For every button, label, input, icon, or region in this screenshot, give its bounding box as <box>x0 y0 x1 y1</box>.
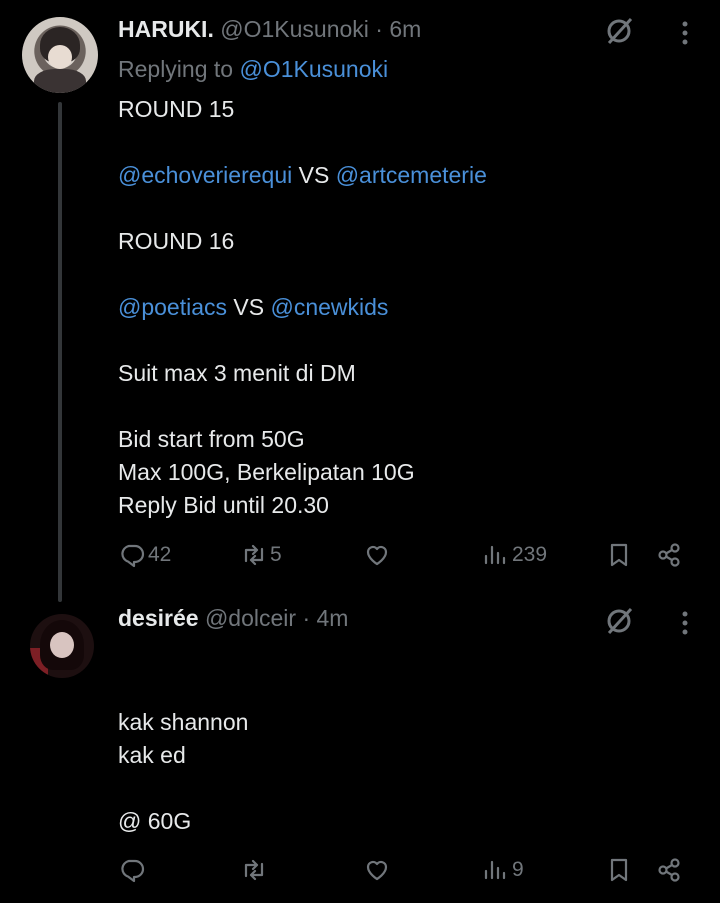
mention-link[interactable]: @artcemeterie <box>336 162 487 188</box>
share-icon <box>658 543 680 567</box>
tweet-text: ROUND 15 @echoverierequi VS @artcemeterie… <box>118 93 487 522</box>
more-icon[interactable] <box>680 609 690 639</box>
tweet-2[interactable]: desirée @dolceir · 4m kak shannon kak ed @… <box>0 590 720 903</box>
retweet-icon <box>244 544 264 566</box>
display-name[interactable]: HARUKI. <box>118 16 214 42</box>
tweet-1[interactable]: HARUKI. @O1Kusunoki · 6m Replying to @O1… <box>0 0 720 602</box>
like-icon <box>366 545 388 566</box>
tweet-line: kak shannon <box>118 709 249 735</box>
retweet-count: 5 <box>270 543 282 566</box>
mention-link[interactable]: @poetiacs <box>118 294 227 320</box>
tweet-line <box>118 258 487 291</box>
retweet-icon <box>244 859 264 881</box>
tweet-line <box>118 324 487 357</box>
tweet-text-fragment: VS <box>227 294 271 320</box>
views-count: 9 <box>512 858 524 881</box>
views-button[interactable]: 239 <box>482 535 547 575</box>
replying-to: Replying to @O1Kusunoki <box>118 56 389 82</box>
retweet-button[interactable]: 5 <box>240 535 282 575</box>
mention-link[interactable]: @cnewkids <box>270 294 388 320</box>
mention-link[interactable]: @echoverierequi <box>118 162 292 188</box>
tweet-line: @ 60G <box>118 808 192 834</box>
tweet-header: desirée @dolceir · 4m <box>118 605 348 632</box>
tweet-line <box>118 126 487 159</box>
tweet-line: Suit max 3 menit di DM <box>118 360 356 386</box>
tweet-line: Max 100G, Berkelipatan 10G <box>118 459 415 485</box>
reply-button[interactable] <box>118 850 148 890</box>
tweet-line: ROUND 16 <box>118 228 235 254</box>
action-bar: 9 <box>0 850 720 890</box>
user-handle[interactable]: @O1Kusunoki <box>220 16 369 42</box>
timestamp[interactable]: 4m <box>317 605 349 631</box>
tweet-line: @poetiacs VS @cnewkids <box>118 291 487 324</box>
tweet-line: Reply Bid until 20.30 <box>118 492 329 518</box>
tweet-line: Bid start from 50G <box>118 426 305 452</box>
views-count: 239 <box>512 543 548 566</box>
like-button[interactable] <box>363 850 393 890</box>
reply-icon <box>121 544 145 568</box>
reply-button[interactable]: 42 <box>118 535 171 575</box>
avatar[interactable] <box>30 614 94 678</box>
tweet-line: @echoverierequi VS @artcemeterie <box>118 159 487 192</box>
bookmark-button[interactable] <box>605 535 633 575</box>
tweet-line <box>118 192 487 225</box>
grok-icon[interactable] <box>604 606 634 636</box>
share-button[interactable] <box>655 535 683 575</box>
like-button[interactable] <box>363 535 393 575</box>
share-button[interactable] <box>655 850 683 890</box>
user-handle[interactable]: @dolceir <box>205 605 296 631</box>
tweet-line: ROUND 15 <box>118 96 235 122</box>
bookmark-button[interactable] <box>605 850 633 890</box>
tweet-header: HARUKI. @O1Kusunoki · 6m <box>118 16 421 43</box>
bookmark-icon <box>610 858 628 882</box>
timestamp[interactable]: 6m <box>389 16 421 42</box>
tweet-text: kak shannon kak ed @ 60G <box>118 673 248 838</box>
tweet-line: kak ed <box>118 742 186 768</box>
tweet-line <box>118 673 248 706</box>
reply-icon <box>121 859 145 883</box>
views-icon <box>484 545 506 565</box>
tweet-text-fragment: VS <box>292 162 336 188</box>
views-button[interactable]: 9 <box>482 850 524 890</box>
avatar[interactable] <box>22 17 98 93</box>
more-icon[interactable] <box>680 19 690 49</box>
share-icon <box>658 858 680 882</box>
replying-to-handle[interactable]: @O1Kusunoki <box>239 56 388 82</box>
separator: · <box>375 16 383 42</box>
separator: · <box>302 605 311 631</box>
views-icon <box>484 860 506 880</box>
tweet-line <box>118 772 248 805</box>
like-icon <box>366 860 388 881</box>
display-name[interactable]: desirée <box>118 605 199 631</box>
action-bar: 42 5 239 <box>0 535 720 575</box>
thread-line <box>58 102 62 602</box>
reply-count: 42 <box>148 543 172 566</box>
tweet-line <box>118 390 487 423</box>
bookmark-icon <box>610 543 628 567</box>
retweet-button[interactable] <box>240 850 270 890</box>
grok-icon[interactable] <box>604 16 634 46</box>
